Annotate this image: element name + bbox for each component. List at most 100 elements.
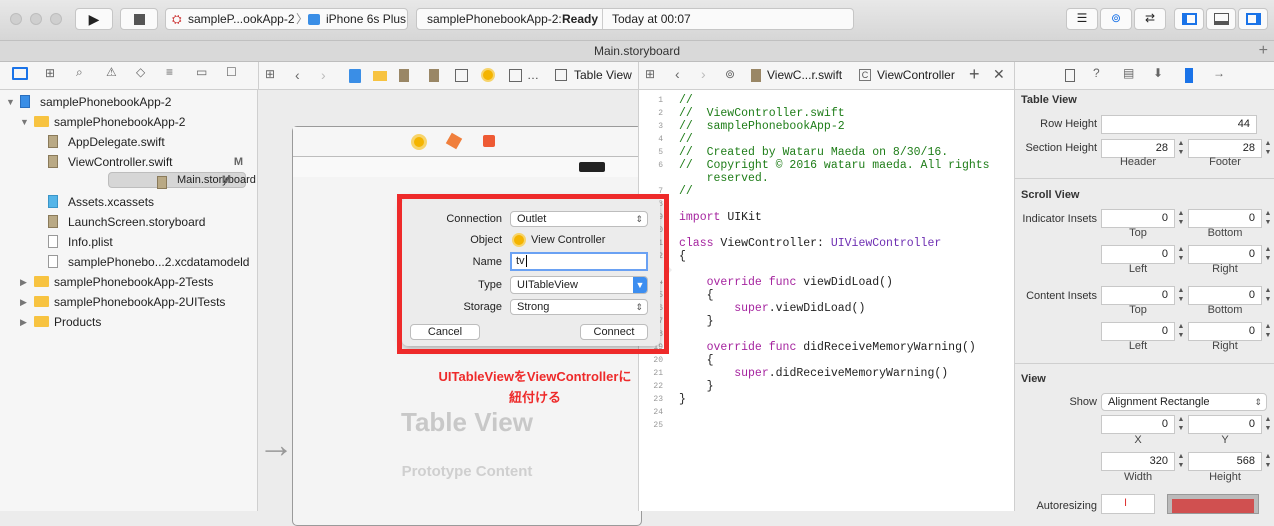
navigator-item[interactable]: ▶ Products xyxy=(0,312,257,332)
storyboard-file-icon[interactable] xyxy=(429,69,439,82)
indicator-top-stepper[interactable]: ▲ ▼ xyxy=(1177,209,1185,228)
content-bottom-stepper[interactable]: ▲ ▼ xyxy=(1264,286,1272,305)
height-field[interactable]: 568 xyxy=(1188,452,1262,471)
project-navigator-icon[interactable] xyxy=(12,67,28,80)
attributes-icon[interactable]: ⬇ xyxy=(1153,66,1163,80)
navigator-item[interactable]: LaunchScreen.storyboard xyxy=(0,212,257,232)
minimize-window-button[interactable] xyxy=(30,13,42,25)
y-field[interactable]: 0 xyxy=(1188,415,1262,434)
view-controller-dock-icon[interactable] xyxy=(411,134,427,150)
navigator-item[interactable]: Assets.xcassets xyxy=(0,192,257,212)
related-items-icon[interactable]: ⊞ xyxy=(645,67,655,81)
width-stepper[interactable]: ▲ ▼ xyxy=(1177,452,1185,471)
folder-icon[interactable] xyxy=(373,71,387,81)
report-icon[interactable]: ☐ xyxy=(226,65,237,79)
navigator-item[interactable]: AppDelegate.swift xyxy=(0,132,257,152)
footer-stepper[interactable]: ▲ ▼ xyxy=(1264,139,1272,158)
version-editor-button[interactable]: ⇄ xyxy=(1134,8,1166,30)
header-stepper[interactable]: ▲ ▼ xyxy=(1177,139,1185,158)
add-editor-button[interactable]: + xyxy=(969,64,980,85)
zoom-window-button[interactable] xyxy=(50,13,62,25)
content-bottom-field[interactable]: 0 xyxy=(1188,286,1262,305)
forward-arrow-icon[interactable]: › xyxy=(701,66,706,82)
run-button[interactable]: ▶ xyxy=(75,8,113,30)
x-stepper[interactable]: ▲ ▼ xyxy=(1177,415,1185,434)
back-arrow-icon[interactable]: ‹ xyxy=(675,66,680,82)
show-popup[interactable]: Alignment Rectangle ⇕ xyxy=(1101,393,1267,411)
assistant-editor-button[interactable]: ⊚ xyxy=(1100,8,1132,30)
disclosure-closed-icon[interactable]: ▶ xyxy=(20,272,27,292)
navigator-item[interactable]: ▶ samplePhonebookApp-2Tests xyxy=(0,272,257,292)
back-arrow-icon[interactable]: ‹ xyxy=(295,67,300,83)
indicator-right-stepper[interactable]: ▲ ▼ xyxy=(1264,245,1272,264)
search-icon[interactable]: ⌕ xyxy=(76,65,83,80)
content-left-field[interactable]: 0 xyxy=(1101,322,1175,341)
navigator-item[interactable]: ▼ samplePhonebookApp-2 xyxy=(0,112,257,132)
storyboard-icon[interactable] xyxy=(399,69,409,82)
stop-button[interactable] xyxy=(120,8,158,30)
width-field[interactable]: 320 xyxy=(1101,452,1175,471)
table-view-icon[interactable] xyxy=(555,69,567,81)
jump-bar-symbol[interactable]: ViewController xyxy=(877,68,955,82)
close-window-button[interactable] xyxy=(10,13,22,25)
indicator-left-stepper[interactable]: ▲ ▼ xyxy=(1177,245,1185,264)
content-left-stepper[interactable]: ▲ ▼ xyxy=(1177,322,1185,341)
jump-bar-table-view[interactable]: Table View xyxy=(574,68,632,82)
disclosure-open-icon[interactable]: ▼ xyxy=(6,92,15,112)
navigator-item[interactable]: ▶ samplePhonebookApp-2UITests xyxy=(0,292,257,312)
forward-arrow-icon[interactable]: › xyxy=(321,67,326,83)
content-top-stepper[interactable]: ▲ ▼ xyxy=(1177,286,1185,305)
related-items-icon[interactable]: ⊞ xyxy=(265,67,275,81)
content-top-field[interactable]: 0 xyxy=(1101,286,1175,305)
scheme-selector[interactable]: ⛭ sampleP...ookApp-2 〉 iPhone 6s Plus xyxy=(165,8,408,30)
navigator-item[interactable]: Main.storyboard M xyxy=(108,172,256,189)
toggle-debug-button[interactable] xyxy=(1206,8,1236,30)
navigator-item[interactable]: Info.plist xyxy=(0,232,257,252)
x-field[interactable]: 0 xyxy=(1101,415,1175,434)
y-stepper[interactable]: ▲ ▼ xyxy=(1264,415,1272,434)
indicator-top-field[interactable]: 0 xyxy=(1101,209,1175,228)
jump-bar-file[interactable]: ViewC...r.swift xyxy=(767,68,842,82)
file-inspector-icon[interactable] xyxy=(1065,69,1075,82)
swift-file-icon[interactable] xyxy=(751,69,761,82)
warning-icon[interactable]: ⚠ xyxy=(106,65,117,79)
toggle-utilities-button[interactable] xyxy=(1238,8,1268,30)
view-controller-icon[interactable] xyxy=(481,68,495,82)
debug-icon[interactable]: ≡ xyxy=(166,65,173,79)
view-icon[interactable] xyxy=(509,69,522,82)
identity-icon[interactable]: ▤ xyxy=(1123,66,1134,80)
entry-arrow-icon[interactable]: → xyxy=(258,424,294,466)
class-icon[interactable]: C xyxy=(859,69,871,81)
indicator-bottom-field[interactable]: 0 xyxy=(1188,209,1262,228)
exit-icon[interactable] xyxy=(483,135,495,147)
tab-main-storyboard[interactable]: Main.storyboard xyxy=(594,44,680,58)
automatic-icon[interactable]: ⊚ xyxy=(725,67,735,81)
indicator-bottom-stepper[interactable]: ▲ ▼ xyxy=(1264,209,1272,228)
disclosure-open-icon[interactable]: ▼ xyxy=(20,112,29,132)
content-right-field[interactable]: 0 xyxy=(1188,322,1262,341)
help-icon[interactable]: ? xyxy=(1093,66,1100,80)
first-responder-icon[interactable] xyxy=(445,132,463,150)
indicator-left-field[interactable]: 0 xyxy=(1101,245,1175,264)
scene-icon[interactable] xyxy=(455,69,468,82)
navigator-item[interactable]: ViewController.swift M xyxy=(0,152,257,172)
connections-icon[interactable]: → xyxy=(1213,66,1225,80)
close-editor-button[interactable]: ✕ xyxy=(993,66,1005,83)
toggle-navigator-button[interactable] xyxy=(1174,8,1204,30)
disclosure-closed-icon[interactable]: ▶ xyxy=(20,312,27,332)
height-stepper[interactable]: ▲ ▼ xyxy=(1264,452,1272,471)
size-inspector-icon[interactable] xyxy=(1185,68,1193,83)
content-right-stepper[interactable]: ▲ ▼ xyxy=(1264,322,1272,341)
symbol-navigator-icon[interactable]: ⊞ xyxy=(45,66,55,80)
test-icon[interactable]: ◇ xyxy=(136,65,145,79)
row-height-field[interactable]: 44 xyxy=(1101,115,1257,134)
navigator-item[interactable]: samplePhonebo...2.xcdatamodeld xyxy=(0,252,257,272)
standard-editor-button[interactable]: ☰ xyxy=(1066,8,1098,30)
disclosure-closed-icon[interactable]: ▶ xyxy=(20,292,27,312)
add-tab-button[interactable]: + xyxy=(1259,41,1268,61)
code-editor[interactable]: 1234567891011121314151617181920212223242… xyxy=(638,90,1014,511)
project-icon[interactable] xyxy=(349,69,361,83)
ellipsis-icon[interactable]: … xyxy=(527,68,539,82)
breakpoint-icon[interactable]: ▭ xyxy=(196,65,207,79)
autoresizing-mask[interactable]: I xyxy=(1101,494,1155,514)
